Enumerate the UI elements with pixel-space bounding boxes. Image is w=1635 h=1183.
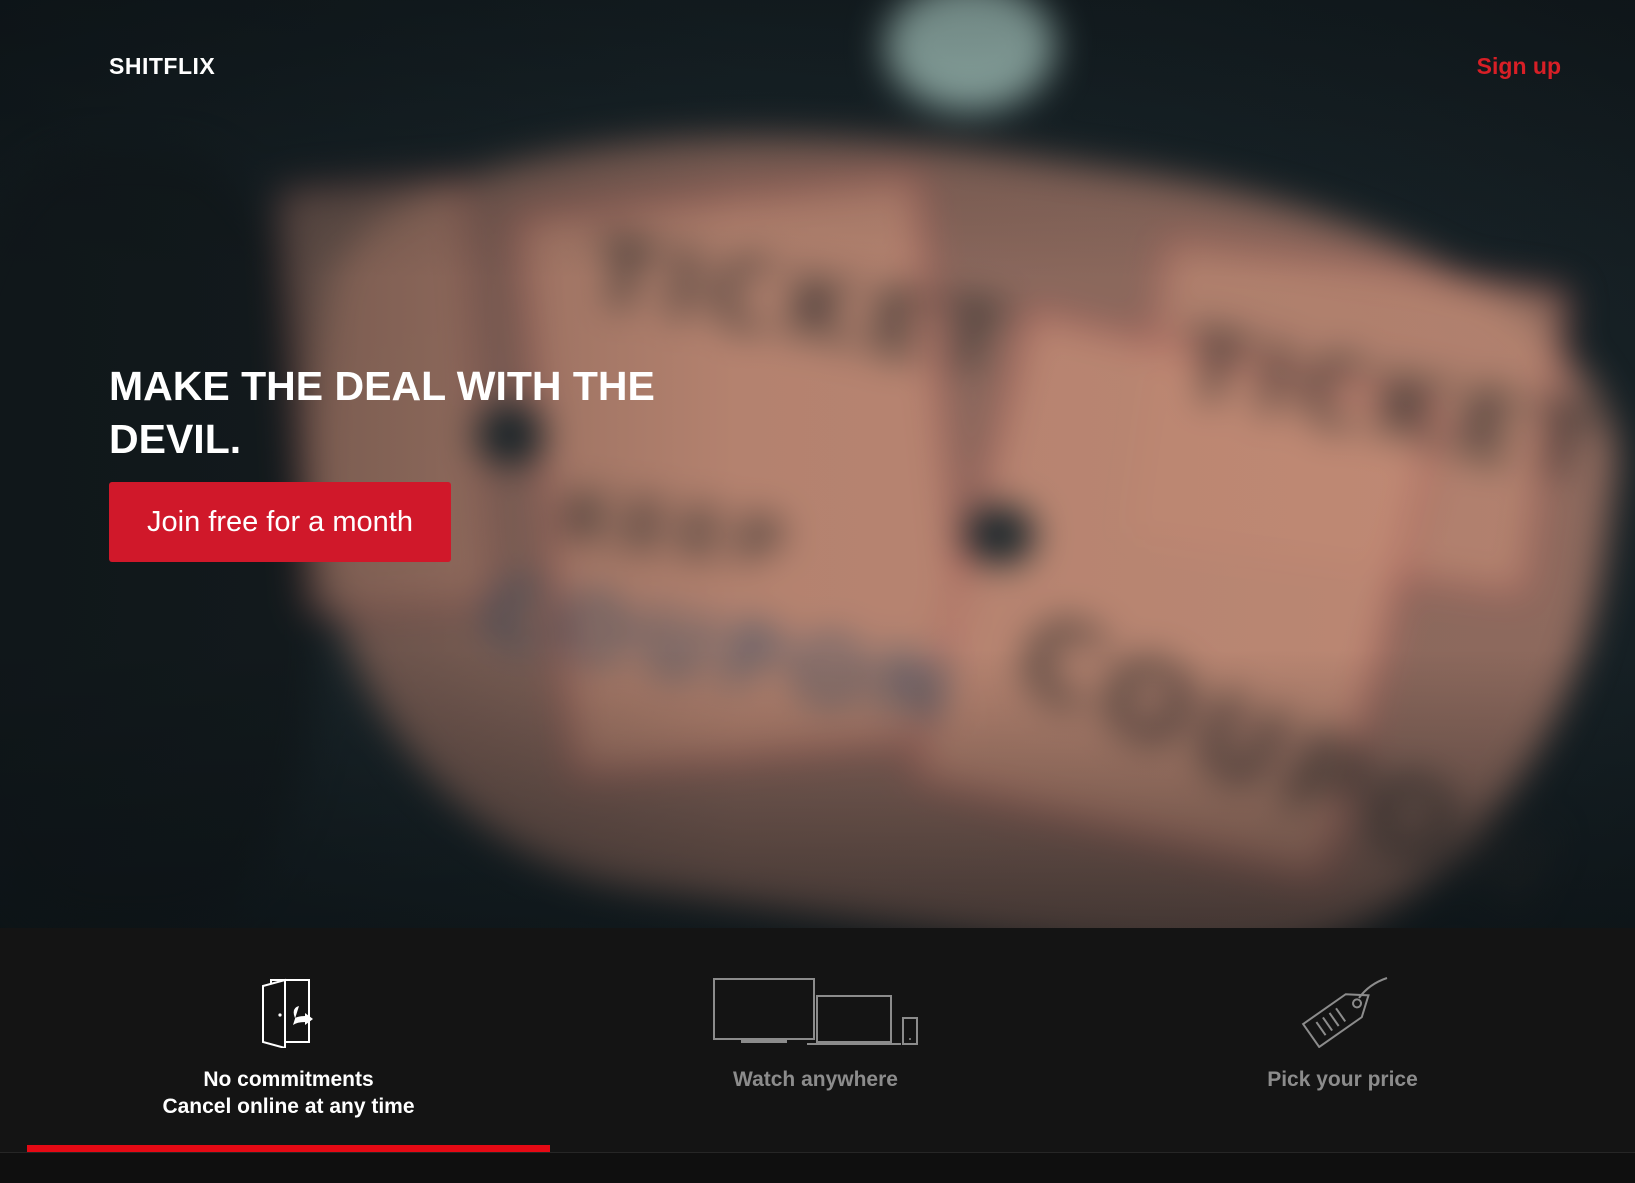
tab-title: Pick your price [1267, 1068, 1418, 1091]
price-tag-icon [1081, 976, 1604, 1056]
tab-watch-anywhere[interactable]: Watch anywhere [554, 928, 1077, 1153]
devices-icon [554, 976, 1077, 1056]
active-tab-indicator [27, 1145, 550, 1152]
tab-subtitle: Cancel online at any time [162, 1095, 415, 1118]
hero-headline: MAKE THE DEAL WITH THE DEVIL. [109, 363, 655, 462]
hero-section: TICKET TICKET KEEP COUPON COUPON SHITFLI… [0, 0, 1635, 928]
tab-title: No commitments [203, 1068, 374, 1091]
tab-content-area [0, 1153, 1635, 1183]
landing-page: TICKET TICKET KEEP COUPON COUPON SHITFLI… [0, 0, 1635, 1183]
feature-tabs: No commitments Cancel online at any time… [0, 928, 1635, 1183]
join-free-button[interactable]: Join free for a month [109, 482, 451, 562]
site-logo[interactable]: SHITFLIX [109, 53, 215, 80]
tab-no-commitments[interactable]: No commitments Cancel online at any time [27, 928, 550, 1153]
tab-pick-your-price[interactable]: Pick your price [1081, 928, 1604, 1153]
door-exit-icon [27, 976, 550, 1056]
sign-up-link[interactable]: Sign up [1477, 53, 1561, 80]
tab-title: Watch anywhere [733, 1068, 898, 1091]
